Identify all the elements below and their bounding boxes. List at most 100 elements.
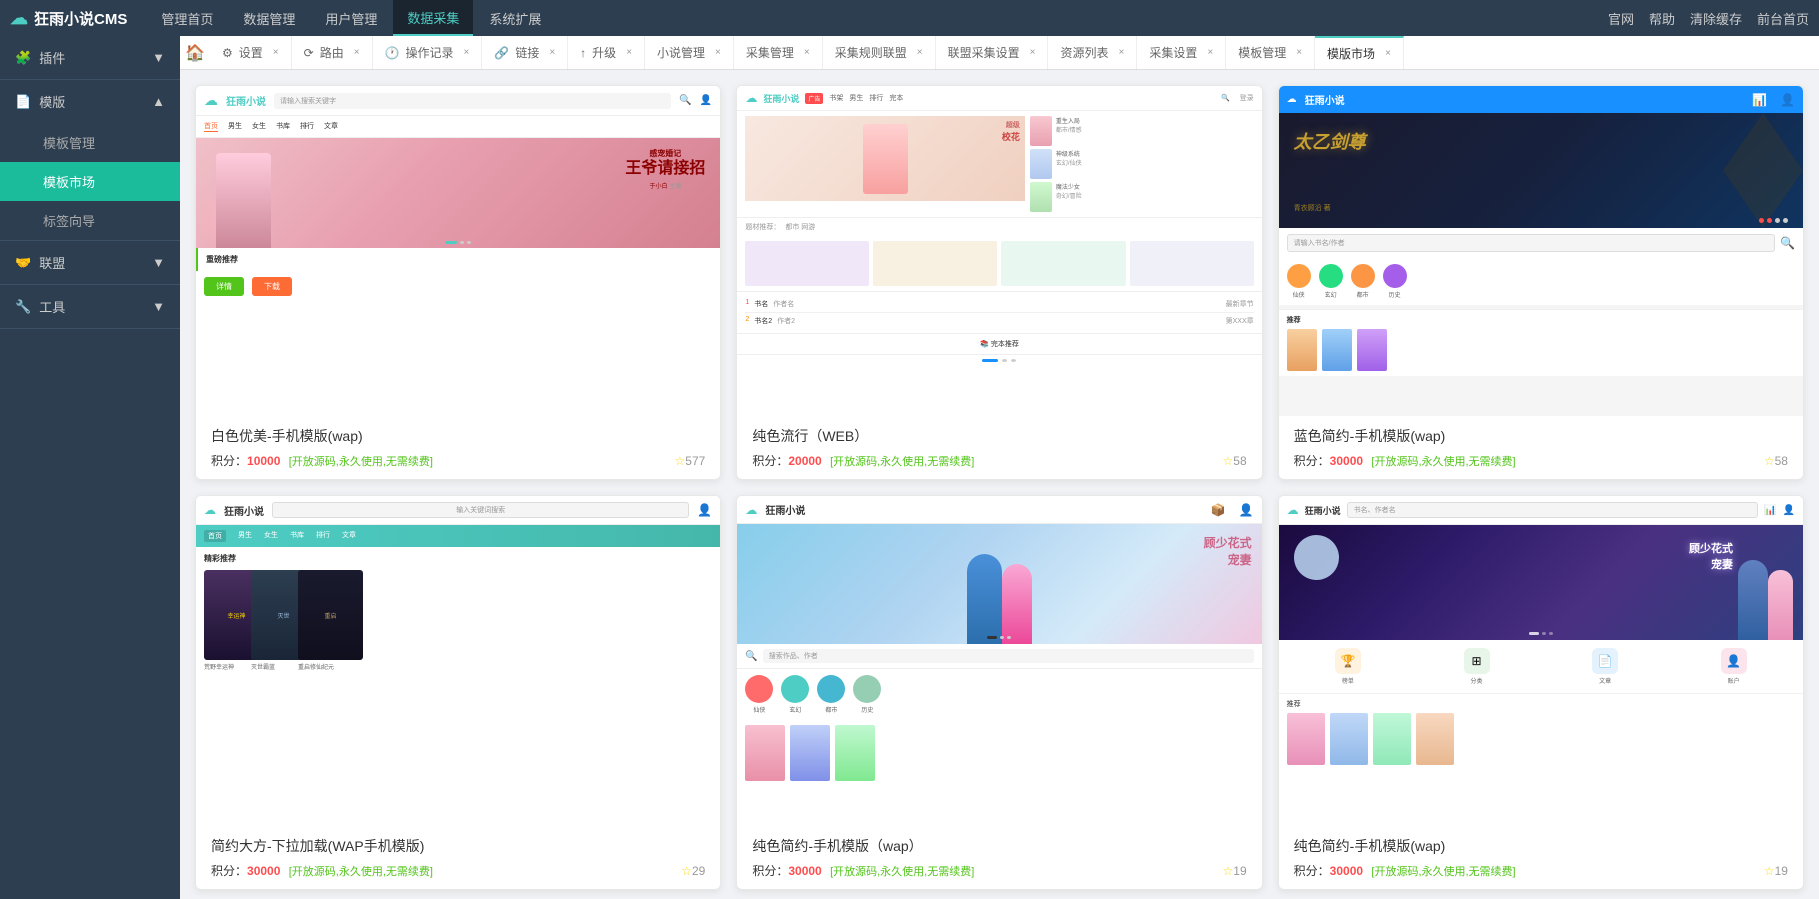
sidebar-section-tools: 🔧 工具 ▼ xyxy=(0,285,180,329)
tab-collect-close[interactable]: × xyxy=(804,47,810,58)
sidebar-header-alliance[interactable]: 🤝 联盟 ▼ xyxy=(0,241,180,284)
nav-system-extend[interactable]: 系统扩展 xyxy=(475,0,555,36)
p6-bar-icon: 📊 xyxy=(1764,505,1776,516)
tab-novel-manage[interactable]: 小说管理 × xyxy=(645,36,734,70)
p6-icon-account[interactable]: 👤 账户 xyxy=(1721,648,1747,685)
p1-banner-text: 感宠婚记 王爷请接招 于小白 主播 xyxy=(625,148,705,190)
tab-collect-manage[interactable]: 采集管理 × xyxy=(734,36,823,70)
p6-search[interactable]: 书名、作者名 xyxy=(1347,502,1758,518)
p2-side-item-2: 神级系统 玄幻/仙侠 xyxy=(1030,149,1254,179)
p1-nav-library: 书库 xyxy=(276,121,290,132)
tab-collect-rule-alliance[interactable]: 采集规则联盟 × xyxy=(823,36,936,70)
tab-template-manage-close[interactable]: × xyxy=(1296,47,1302,58)
p5-categories: 仙侠 玄幻 都市 历史 xyxy=(737,669,1261,720)
tab-collect-settings[interactable]: 采集设置 × xyxy=(1137,36,1226,70)
p6-cloud-icon: ☁ xyxy=(1287,503,1299,517)
tab-alliance-close[interactable]: × xyxy=(1030,47,1036,58)
p4-nav-rank: 排行 xyxy=(316,530,330,542)
template-card-6: ☁ 狂雨小说 书名、作者名 📊 👤 xyxy=(1278,495,1804,890)
tab-bar: 🏠 ⚙ 设置 × ⟳ 路由 × 🕐 操作记录 × 🔗 链接 × ↑ 升级 × 小… xyxy=(180,36,1819,70)
p4-search[interactable]: 输入关键词搜索 xyxy=(272,502,689,518)
p3-avatar-4: 历史 xyxy=(1383,264,1407,299)
p2-table-row-1: 1书名作者名最新章节 xyxy=(745,296,1253,313)
tab-settings-close[interactable]: × xyxy=(273,47,279,58)
p6-book-1 xyxy=(1287,713,1325,765)
p3-search-btn[interactable]: 🔍 xyxy=(1780,236,1795,250)
tab-collect-settings-close[interactable]: × xyxy=(1207,47,1213,58)
nav-data-collection[interactable]: 数据采集 xyxy=(393,0,473,36)
recommend-icon: 📚 xyxy=(980,341,989,348)
p5-cat-circle-3 xyxy=(817,675,845,703)
p2-extra-1: 题材推荐：都市 网游 xyxy=(737,217,1261,236)
tab-upgrade[interactable]: ↑ 升级 × xyxy=(568,36,645,70)
sidebar-item-tag-guide[interactable]: 标签向导 xyxy=(0,201,180,240)
p6-icon-article[interactable]: 📄 文章 xyxy=(1592,648,1618,685)
p3-avatars: 仙侠 玄幻 都市 历史 xyxy=(1279,258,1803,305)
tab-link-close[interactable]: × xyxy=(549,47,555,58)
sidebar-header-tools[interactable]: 🔧 工具 ▼ xyxy=(0,285,180,328)
tab-operation-log[interactable]: 🕐 操作记录 × xyxy=(373,36,483,70)
plugin-label: 插件 xyxy=(39,48,65,67)
star-icon-3: ☆ xyxy=(1764,454,1775,468)
sidebar-header-template[interactable]: 📄 模版 ▲ xyxy=(0,80,180,123)
tab-template-market-close[interactable]: × xyxy=(1385,48,1391,59)
p3-search-bar: 请输入书名/作者 🔍 xyxy=(1279,228,1803,258)
template-5-title: 纯色简约-手机模版（wap） xyxy=(752,836,1246,856)
sidebar-item-template-manage[interactable]: 模板管理 xyxy=(0,123,180,162)
p6-icon-rank[interactable]: 🏆 榜单 xyxy=(1335,648,1361,685)
template-1-stars: ☆577 xyxy=(675,454,706,468)
p2-grid-book-2 xyxy=(873,241,997,286)
p3-dragon xyxy=(1723,113,1803,228)
p2-header: ☁ 狂雨小说 广告 书架 男生 排行 完本 🔍 登录 xyxy=(737,86,1261,111)
nav-clear-cache[interactable]: 清除缓存 xyxy=(1690,9,1742,28)
p6-icon-category[interactable]: ⊞ 分类 xyxy=(1464,648,1490,685)
p5-logo: 狂雨小说 xyxy=(765,502,805,517)
tab-rule-close[interactable]: × xyxy=(917,47,923,58)
nav-user-management[interactable]: 用户管理 xyxy=(311,0,391,36)
tab-template-manage[interactable]: 模板管理 × xyxy=(1226,36,1315,70)
nav-data-management[interactable]: 数据管理 xyxy=(229,0,309,36)
p3-search-input[interactable]: 请输入书名/作者 xyxy=(1287,234,1775,252)
p1-detail-button[interactable]: 详情 xyxy=(204,277,244,296)
p2-side-item-1: 重生入局 都市/情感 xyxy=(1030,116,1254,146)
p3-bar-icon: 📊 xyxy=(1752,93,1767,107)
p5-cat-label-4: 历史 xyxy=(861,705,873,714)
p3-avatar-1: 仙侠 xyxy=(1287,264,1311,299)
template-4-meta: 积分：30000 [开放源码,永久使用,无需续费] ☆29 xyxy=(211,862,705,879)
tab-alliance-collect-settings[interactable]: 联盟采集设置 × xyxy=(936,36,1049,70)
p2-user-icon: 登录 xyxy=(1240,93,1254,103)
p2-grid-book-1 xyxy=(745,241,869,286)
nav-admin-home[interactable]: 管理首页 xyxy=(147,0,227,36)
tab-novel-close[interactable]: × xyxy=(715,47,721,58)
tab-rule-label: 采集规则联盟 xyxy=(835,44,907,61)
p5-cat-2: 玄幻 xyxy=(781,675,809,714)
nav-frontend[interactable]: 前台首页 xyxy=(1757,9,1809,28)
p2-badge: 广告 xyxy=(805,93,823,104)
tab-template-market[interactable]: 模版市场 × xyxy=(1315,36,1404,70)
tab-route-close[interactable]: × xyxy=(354,47,360,58)
p5-search-input[interactable]: 搜索作品、作者 xyxy=(763,649,1254,663)
tab-route[interactable]: ⟳ 路由 × xyxy=(292,36,373,70)
nav-help[interactable]: 帮助 xyxy=(1649,9,1675,28)
p2-bottom-dots xyxy=(737,354,1261,366)
tab-settings[interactable]: ⚙ 设置 × xyxy=(210,36,292,70)
p2-side: 重生入局 都市/情感 神级系统 玄幻/仙侠 xyxy=(1030,116,1254,212)
tab-resource-close[interactable]: × xyxy=(1118,47,1124,58)
recommend-label: 完本推荐 xyxy=(991,341,1019,348)
p3-user-icon: 👤 xyxy=(1780,93,1795,107)
sidebar-header-plugin[interactable]: 🧩 插件 ▼ xyxy=(0,36,180,79)
p1-download-button[interactable]: 下载 xyxy=(252,277,292,296)
cloud-icon: ☁ xyxy=(10,8,28,29)
sidebar-item-template-market[interactable]: 模板市场 xyxy=(0,162,180,201)
template-card-3: ☁ 狂雨小说 📊 👤 太乙剑尊 青衣顾沿 著 xyxy=(1278,85,1804,480)
tab-resource-list[interactable]: 资源列表 × xyxy=(1048,36,1137,70)
tab-link[interactable]: 🔗 链接 × xyxy=(482,36,568,70)
p2-info-1: 重生入局 都市/情感 xyxy=(1056,116,1082,146)
nav-official-site[interactable]: 官网 xyxy=(1608,9,1634,28)
p6-account-label: 账户 xyxy=(1728,676,1740,685)
tab-oplog-close[interactable]: × xyxy=(464,47,470,58)
tab-home[interactable]: 🏠 xyxy=(180,38,210,68)
template-2-score: 积分：20000 [开放源码,永久使用,无需续费] xyxy=(752,452,974,469)
p2-main-area: 超级 校花 xyxy=(745,116,1025,212)
tab-upgrade-close[interactable]: × xyxy=(626,47,632,58)
